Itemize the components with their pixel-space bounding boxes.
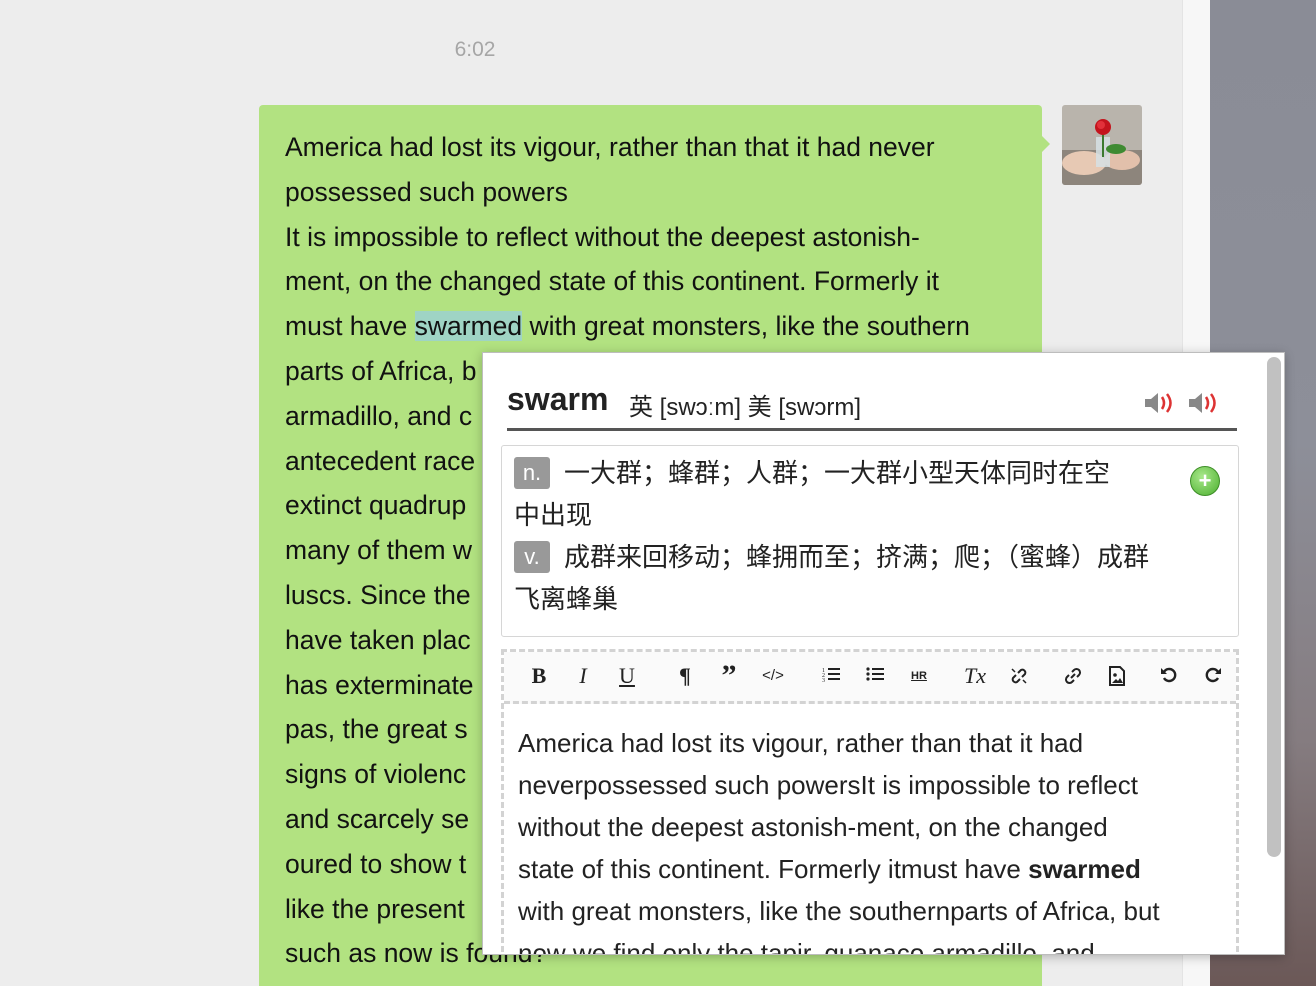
link-icon[interactable]	[1058, 662, 1088, 690]
headword: swarm	[507, 381, 609, 417]
definition-line: 中出现	[514, 500, 593, 530]
editor-toolbar: B I U ¶ ” </> 123 HR Tx	[504, 652, 1236, 704]
phonetics: 英 [swɔːm] 美 [swɔrm]	[629, 394, 861, 421]
editor-line: now we find only the tapir, guanaco arma…	[518, 938, 1095, 955]
unlink-icon[interactable]	[1004, 662, 1034, 690]
pos-badge: v.	[514, 541, 550, 573]
message-line-part: must have	[285, 311, 415, 342]
speaker-uk-icon[interactable]	[1143, 391, 1177, 415]
horizontal-rule-button[interactable]: HR	[904, 662, 934, 690]
undo-icon[interactable]	[1154, 662, 1184, 690]
code-button[interactable]: </>	[758, 662, 788, 690]
selected-word[interactable]: swarmed	[414, 311, 523, 342]
definitions-box: n. 一大群；蜂群；人群；一大群小型天体同时在空 中出现 v. 成群来回移动；蜂拥而…	[501, 445, 1239, 637]
definition-line: v. 成群来回移动；蜂拥而至；挤满；爬；（蜜蜂）成群	[514, 536, 1226, 578]
definition-line: 飞离蜂巢	[514, 584, 619, 614]
editor-line: neverpossessed such powersIt is impossib…	[518, 770, 1138, 800]
underline-button[interactable]: U	[612, 662, 642, 690]
avatar[interactable]	[1062, 105, 1142, 185]
definition-line: n. 一大群；蜂群；人群；一大群小型天体同时在空	[514, 452, 1226, 494]
editor-line: without the deepest astonish-ment, on th…	[518, 812, 1108, 842]
message-timestamp: 6:02	[454, 38, 496, 61]
redo-icon[interactable]	[1198, 662, 1228, 690]
bullet-list-icon[interactable]	[860, 662, 890, 690]
paragraph-button[interactable]: ¶	[670, 662, 700, 690]
editor-content[interactable]: America had lost its vigour, rather than…	[518, 722, 1218, 955]
clear-format-button[interactable]: Tx	[960, 662, 990, 690]
quote-button[interactable]: ”	[714, 661, 744, 691]
speaker-us-icon[interactable]	[1187, 391, 1221, 415]
svg-text:3: 3	[822, 678, 825, 682]
message-line: possessed such powers	[285, 176, 568, 207]
message-line: It is impossible to reflect without the …	[285, 221, 920, 252]
italic-button[interactable]: I	[568, 662, 598, 690]
note-editor[interactable]: B I U ¶ ” </> 123 HR Tx America had lost…	[501, 649, 1239, 955]
bold-word: swarmed	[1028, 854, 1141, 884]
dictionary-popup[interactable]: swarm 英 [swɔːm] 美 [swɔrm] n. 一大群；蜂群；人群；一大…	[482, 352, 1285, 955]
bubble-tail	[1040, 134, 1050, 154]
message-line-part: with great monsters, like the southern	[522, 311, 970, 342]
dictionary-header: swarm 英 [swɔːm] 美 [swɔrm]	[507, 377, 1237, 431]
editor-line: America had lost its vigour, rather than…	[518, 728, 1084, 758]
editor-line-part: state of this continent. Formerly itmust…	[518, 854, 1029, 884]
message-line: must have swarmed with great monsters, l…	[285, 304, 1030, 349]
add-word-button[interactable]: +	[1190, 466, 1220, 496]
message-line: America had lost its vigour, rather than…	[285, 132, 935, 162]
editor-line: with great monsters, like the southernpa…	[518, 896, 1160, 926]
popup-scrollbar[interactable]	[1267, 357, 1281, 857]
editor-line: state of this continent. Formerly itmust…	[518, 848, 1218, 890]
bold-button[interactable]: B	[524, 662, 554, 690]
definition-text: 一大群；蜂群；人群；一大群小型天体同时在空	[564, 458, 1111, 488]
definition-text: 成群来回移动；蜂拥而至；挤满；爬；（蜜蜂）成群	[564, 542, 1150, 572]
ordered-list-icon[interactable]: 123	[816, 662, 846, 690]
message-line: ment, on the changed state of this conti…	[285, 266, 940, 297]
image-icon[interactable]	[1102, 662, 1132, 690]
pos-badge: n.	[514, 457, 550, 489]
